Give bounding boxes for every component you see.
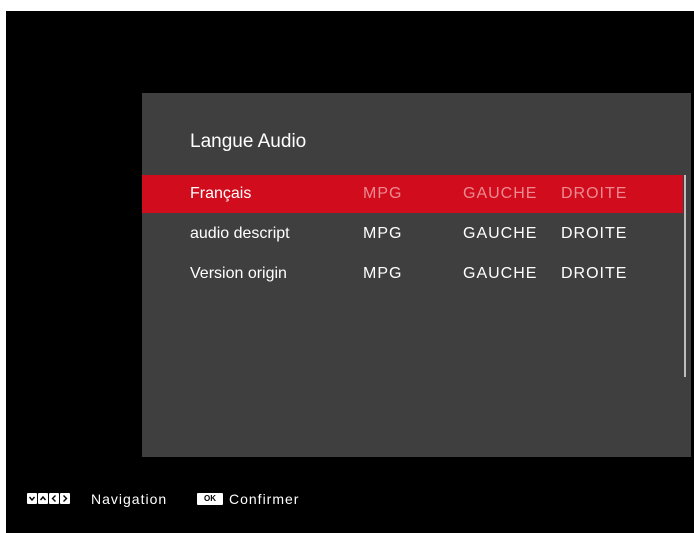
audio-language-panel: Langue Audio Français MPG GAUCHE DROITE … xyxy=(142,93,691,457)
left-arrow-key-icon xyxy=(49,493,59,504)
track-right-channel: DROITE xyxy=(561,225,628,242)
track-right-channel: DROITE xyxy=(561,265,628,282)
navigation-keys xyxy=(27,493,70,504)
track-left-channel: GAUCHE xyxy=(463,265,538,282)
audio-track-row[interactable]: audio descript MPG GAUCHE DROITE xyxy=(142,215,683,253)
track-name: Français xyxy=(190,185,252,202)
scrollbar[interactable] xyxy=(684,175,686,377)
down-arrow-key-icon xyxy=(27,493,37,504)
track-left-channel: GAUCHE xyxy=(463,185,538,202)
confirm-label: Confirmer xyxy=(229,491,300,507)
track-right-channel: DROITE xyxy=(561,185,628,202)
track-name: Version origin xyxy=(190,265,287,282)
track-name: audio descript xyxy=(190,225,290,242)
audio-track-row[interactable]: Version origin MPG GAUCHE DROITE xyxy=(142,255,683,293)
track-codec: MPG xyxy=(363,185,403,202)
ok-key-icon: OK xyxy=(197,493,223,505)
navigation-label: Navigation xyxy=(91,491,168,507)
audio-track-row-selected[interactable]: Français MPG GAUCHE DROITE xyxy=(142,175,683,213)
track-left-channel: GAUCHE xyxy=(463,225,538,242)
track-codec: MPG xyxy=(363,265,403,282)
tv-screen: Langue Audio Français MPG GAUCHE DROITE … xyxy=(6,11,694,533)
panel-title: Langue Audio xyxy=(190,131,307,152)
up-arrow-key-icon xyxy=(38,493,48,504)
right-arrow-key-icon xyxy=(60,493,70,504)
track-codec: MPG xyxy=(363,225,403,242)
